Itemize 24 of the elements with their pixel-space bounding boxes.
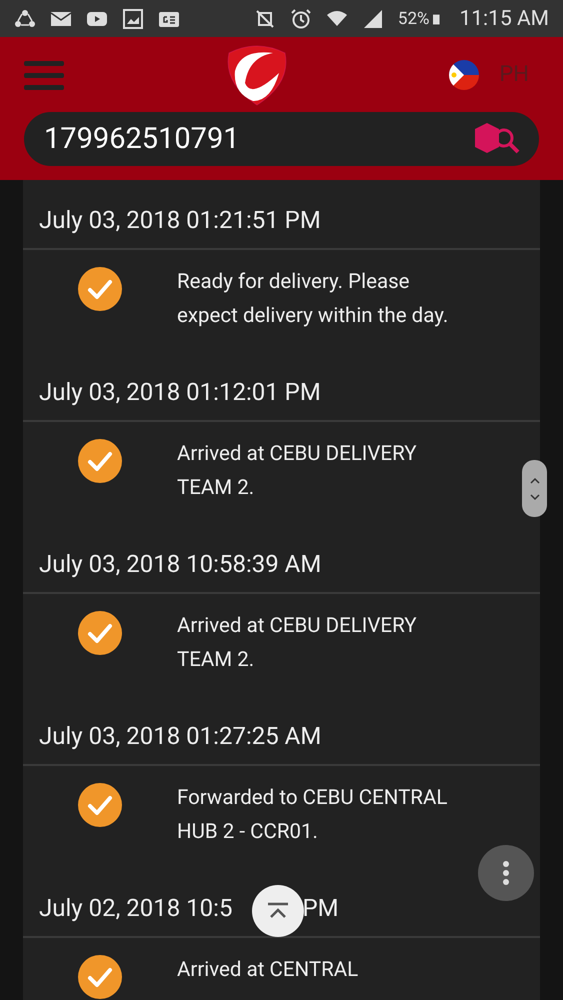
clock: 11:15 AM bbox=[459, 6, 549, 30]
event-date: July 03, 2018 01:27:25 AM bbox=[39, 722, 322, 750]
scroll-handle[interactable] bbox=[522, 460, 547, 517]
event-date: July 02, 2018 10:5 bbox=[39, 894, 232, 922]
event-status: Arrived at CEBU DELIVERY TEAM 2. bbox=[177, 441, 418, 502]
event-status: Ready for delivery. Please expect delivery within the day. bbox=[177, 269, 450, 330]
mute-icon bbox=[254, 8, 276, 28]
flag-icon bbox=[449, 60, 480, 90]
event-date: July 03, 2018 10:58:39 AM bbox=[39, 550, 322, 578]
battery-percent: 52% bbox=[398, 8, 430, 28]
event-status: Arrived at CENTRAL bbox=[177, 957, 358, 984]
wifi-icon bbox=[326, 8, 348, 28]
image-icon bbox=[122, 8, 144, 28]
event-date: July 03, 2018 01:21:51 PM bbox=[39, 206, 321, 234]
more-icon bbox=[502, 860, 510, 886]
signal-icon bbox=[362, 8, 384, 28]
share-icon bbox=[14, 8, 36, 28]
event-status: Arrived at CEBU DELIVERY TEAM 2. bbox=[177, 613, 418, 674]
event-date-suffix: PM bbox=[302, 894, 339, 922]
event-status: Forwarded to CEBU CENTRAL HUB 2 - CCR01. bbox=[177, 785, 448, 846]
tracking-number-field[interactable]: 179962510791 bbox=[42, 121, 473, 157]
alarm-icon bbox=[290, 8, 312, 28]
search-field[interactable]: 179962510791 bbox=[24, 112, 539, 166]
event-date: July 03, 2018 01:12:01 PM bbox=[39, 378, 321, 406]
